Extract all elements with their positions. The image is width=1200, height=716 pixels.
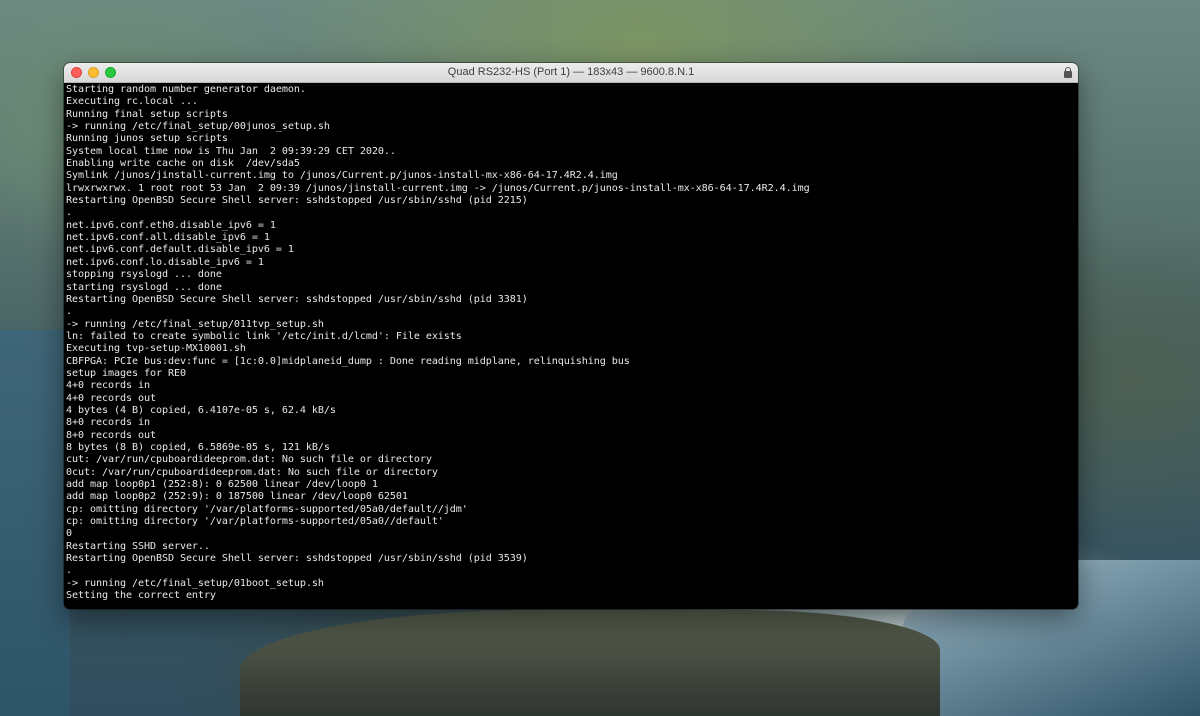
terminal-line: net.ipv6.conf.default.disable_ipv6 = 1 (66, 244, 294, 256)
terminal-line: cp: omitting directory '/var/platforms-s… (66, 503, 468, 515)
terminal-window[interactable]: Quad RS232-HS (Port 1) — 183x43 — 9600.8… (64, 63, 1078, 609)
terminal-line: cp: omitting directory '/var/platforms-s… (66, 516, 444, 528)
terminal-line: 8 bytes (8 B) copied, 6.5869e-05 s, 121 … (66, 441, 330, 453)
terminal-line: Starting random number generator daemon. (66, 84, 306, 95)
terminal-line: Symlink /junos/jinstall-current.img to /… (66, 170, 618, 182)
terminal-line: . (66, 565, 72, 577)
terminal-line: lrwxrwxrwx. 1 root root 53 Jan 2 09:39 /… (66, 182, 810, 194)
terminal-line: -> running /etc/final_setup/011tvp_setup… (66, 318, 324, 330)
terminal-line: -> running /etc/final_setup/01boot_setup… (66, 577, 324, 589)
terminal-line: 0cut: /var/run/cpuboardideeprom.dat: No … (66, 466, 438, 478)
terminal-line: System local time now is Thu Jan 2 09:39… (66, 145, 396, 157)
desktop-wallpaper-rocks (240, 610, 940, 716)
terminal-line: 8+0 records in (66, 417, 150, 429)
terminal-line: CBFPGA: PCIe bus:dev:func = [1c:0.0]midp… (66, 355, 630, 367)
terminal-line: . (66, 306, 72, 318)
terminal-line: ln: failed to create symbolic link '/etc… (66, 330, 462, 342)
window-title: Quad RS232-HS (Port 1) — 183x43 — 9600.8… (447, 66, 695, 78)
terminal-line: net.ipv6.conf.eth0.disable_ipv6 = 1 (66, 219, 276, 231)
desktop-wallpaper-sea-left (0, 330, 70, 716)
window-titlebar[interactable]: Quad RS232-HS (Port 1) — 183x43 — 9600.8… (64, 63, 1078, 83)
terminal-line: stopping rsyslogd ... done (66, 269, 222, 281)
terminal-line: 0 (66, 528, 72, 540)
terminal-line: net.ipv6.conf.all.disable_ipv6 = 1 (66, 232, 270, 244)
terminal-line: -> running /etc/final_setup/00junos_setu… (66, 121, 330, 133)
terminal-line: Running final setup scripts (66, 108, 228, 120)
terminal-line: Restarting OpenBSD Secure Shell server: … (66, 195, 528, 207)
terminal-line: Restarting OpenBSD Secure Shell server: … (66, 553, 528, 565)
terminal-line: Running junos setup scripts (66, 133, 228, 145)
terminal-output[interactable]: Starting random number generator daemon.… (64, 83, 1078, 609)
terminal-line: 8+0 records out (66, 429, 156, 441)
terminal-line: . (66, 207, 72, 219)
terminal-line: 4+0 records in (66, 380, 150, 392)
terminal-line: 4+0 records out (66, 392, 156, 404)
terminal-line: Setting the correct entry (66, 590, 216, 602)
terminal-line: net.ipv6.conf.lo.disable_ipv6 = 1 (66, 256, 264, 268)
terminal-line: cut: /var/run/cpuboardideeprom.dat: No s… (66, 454, 432, 466)
terminal-line: add map loop0p2 (252:9): 0 187500 linear… (66, 491, 408, 503)
terminal-line: Restarting OpenBSD Secure Shell server: … (66, 293, 528, 305)
terminal-line: Executing rc.local ... (66, 96, 198, 108)
terminal-line: Restarting SSHD server.. (66, 540, 210, 552)
terminal-line: add map loop0p1 (252:8): 0 62500 linear … (66, 479, 378, 490)
terminal-line: starting rsyslogd ... done (66, 281, 222, 293)
terminal-line: Enabling write cache on disk /dev/sda5 (66, 158, 300, 170)
terminal-line: 4 bytes (4 B) copied, 6.4107e-05 s, 62.4… (66, 404, 336, 416)
terminal-line: Executing tvp-setup-MX10001.sh (66, 343, 246, 355)
lock-icon (1064, 67, 1072, 78)
terminal-line: setup images for RE0 (66, 367, 186, 379)
